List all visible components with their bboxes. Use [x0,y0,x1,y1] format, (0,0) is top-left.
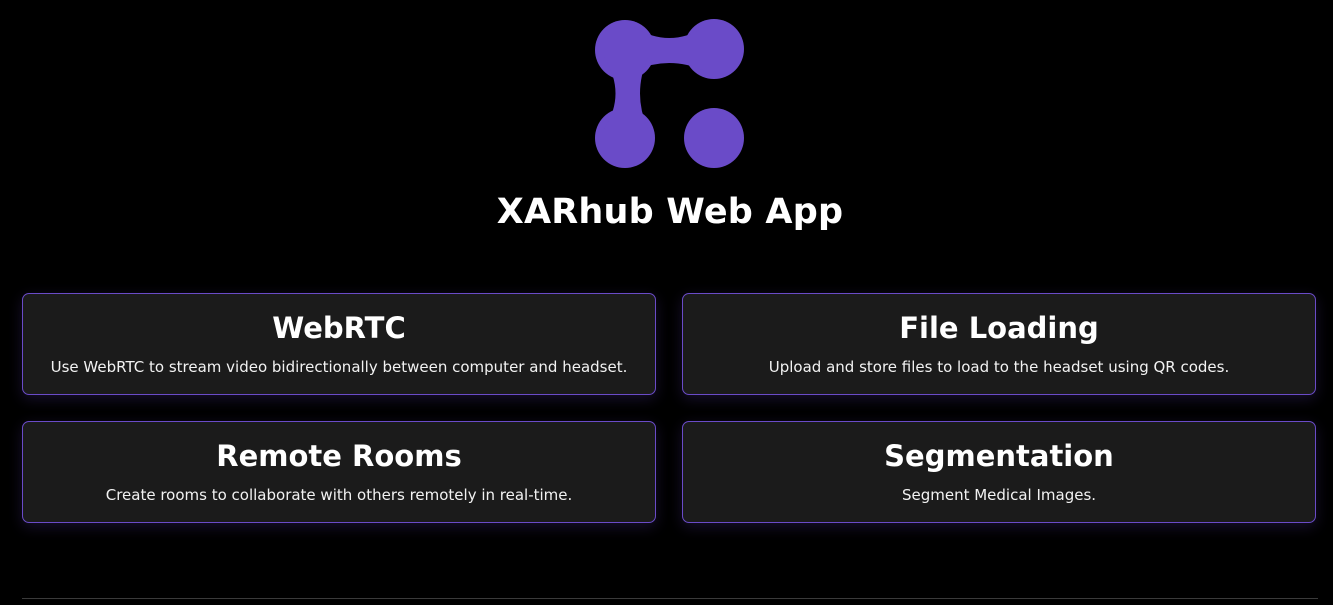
card-title: WebRTC [272,311,406,345]
card-description: Create rooms to collaborate with others … [105,486,573,504]
page-title: XARhub Web App [496,192,844,232]
xarhub-logo-icon [595,19,744,168]
card-description: Use WebRTC to stream video bidirectional… [50,358,628,376]
footer-divider [22,598,1318,599]
segmentation-card[interactable]: Segmentation Segment Medical Images. [682,421,1316,523]
file-loading-card[interactable]: File Loading Upload and store files to l… [682,293,1316,395]
card-title: Remote Rooms [216,439,462,473]
webrtc-card[interactable]: WebRTC Use WebRTC to stream video bidire… [22,293,656,395]
main-page: XARhub Web App WebRTC Use WebRTC to stre… [0,0,1333,605]
card-description: Upload and store files to load to the he… [768,358,1230,376]
remote-rooms-card[interactable]: Remote Rooms Create rooms to collaborate… [22,421,656,523]
card-description: Segment Medical Images. [901,486,1097,504]
card-title: Segmentation [884,439,1114,473]
card-title: File Loading [899,311,1099,345]
